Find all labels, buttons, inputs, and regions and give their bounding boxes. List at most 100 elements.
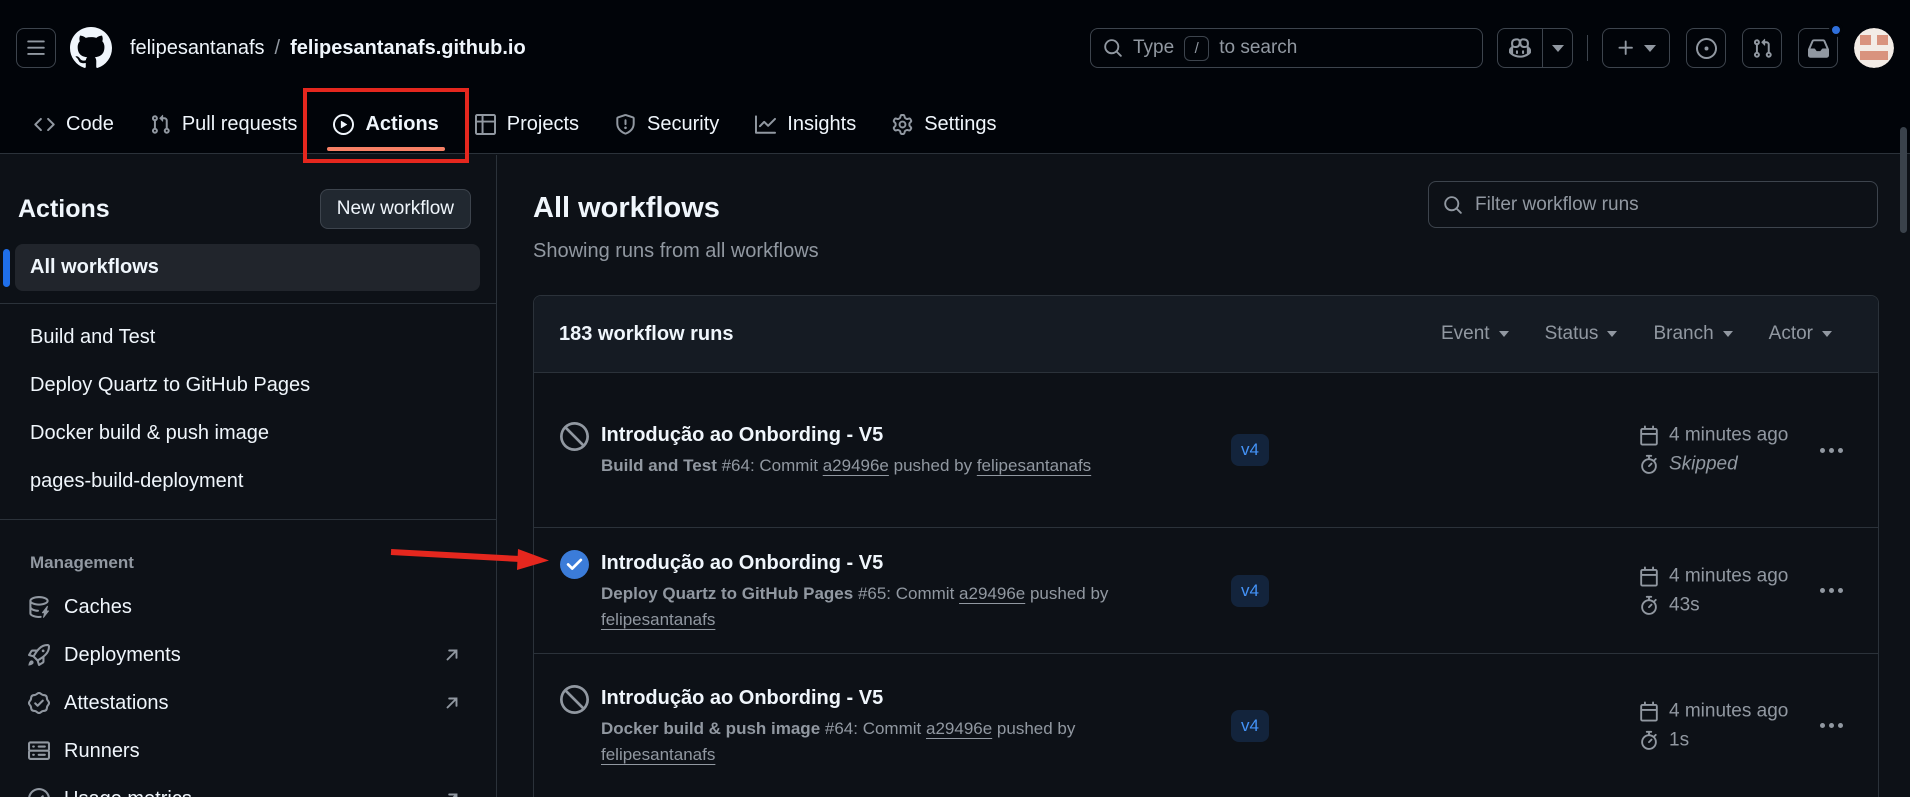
run-duration-row: Skipped <box>1639 454 1788 476</box>
tab-settings[interactable]: Settings <box>874 96 1014 153</box>
sidebar-item-runners[interactable]: Runners <box>0 727 496 775</box>
run-meta: 4 minutes ago 43s <box>1639 565 1788 616</box>
actor-filter-label: Actor <box>1769 323 1813 345</box>
actor-link[interactable]: felipesantanafs <box>977 456 1091 475</box>
runs-count: 183 workflow runs <box>559 323 734 346</box>
breadcrumb: felipesantanafs / felipesantanafs.github… <box>130 37 526 60</box>
commit-link[interactable]: a29496e <box>959 584 1025 603</box>
stopwatch-icon <box>1639 730 1659 750</box>
sidebar-divider <box>0 519 496 520</box>
branch-filter-dropdown[interactable]: Branch <box>1653 323 1732 345</box>
workflow-run-row: Introdução ao Onbording - V5 Docker buil… <box>534 654 1878 797</box>
hamburger-menu-button[interactable] <box>16 28 56 68</box>
sidebar-item-deployments[interactable]: Deployments <box>0 631 496 679</box>
commit-link[interactable]: a29496e <box>823 456 889 475</box>
success-status-icon <box>560 550 589 579</box>
sidebar-header: Actions New workflow <box>0 155 496 229</box>
github-logo-icon[interactable] <box>70 27 112 69</box>
run-options-kebab-button[interactable] <box>1811 430 1851 470</box>
pushed-by-text: pushed by <box>894 456 972 475</box>
navbar-right-group <box>1686 28 1894 68</box>
run-duration: 43s <box>1669 594 1700 616</box>
create-new-button[interactable] <box>1602 28 1670 68</box>
pull-requests-button[interactable] <box>1742 28 1782 68</box>
copilot-dropdown-button[interactable] <box>1542 29 1572 67</box>
new-workflow-button[interactable]: New workflow <box>320 189 471 229</box>
sidebar-item-deploy-quartz[interactable]: Deploy Quartz to GitHub Pages <box>0 361 496 409</box>
commit-link[interactable]: a29496e <box>926 719 992 738</box>
tab-security-label: Security <box>647 113 719 136</box>
run-text-block: Introdução ao Onbording - V5 Deploy Quar… <box>601 549 1171 633</box>
sidebar-item-caches[interactable]: Caches <box>0 583 496 631</box>
run-title-link[interactable]: Introdução ao Onbording - V5 <box>601 684 1171 713</box>
run-time: 4 minutes ago <box>1669 700 1788 722</box>
verified-seal-icon <box>28 692 50 714</box>
run-title-link[interactable]: Introdução ao Onbording - V5 <box>601 421 1091 450</box>
sidebar-item-label: Usage metrics <box>64 788 192 797</box>
search-placeholder-post: to search <box>1219 37 1297 59</box>
branch-badge[interactable]: v4 <box>1231 434 1269 466</box>
sidebar-item-pages-build-deployment[interactable]: pages-build-deployment <box>0 457 496 505</box>
global-search-input[interactable]: Type / to search <box>1090 28 1483 68</box>
tab-insights[interactable]: Insights <box>737 96 874 153</box>
search-icon <box>1103 38 1123 58</box>
run-meta: 4 minutes ago Skipped <box>1639 425 1788 476</box>
play-circle-icon <box>333 114 354 135</box>
run-options-kebab-button[interactable] <box>1811 706 1851 746</box>
workflow-run-row: Introdução ao Onbording - V5 Build and T… <box>534 373 1878 528</box>
branch-badge[interactable]: v4 <box>1231 575 1269 607</box>
breadcrumb-owner-link[interactable]: felipesantanafs <box>130 37 265 60</box>
chevron-down-icon <box>1822 331 1832 337</box>
skipped-status-icon <box>560 685 589 714</box>
copilot-icon <box>1509 37 1531 59</box>
sidebar-item-attestations[interactable]: Attestations <box>0 679 496 727</box>
run-duration: 1s <box>1669 729 1689 751</box>
tab-security[interactable]: Security <box>597 96 737 153</box>
run-options-kebab-button[interactable] <box>1811 571 1851 611</box>
tab-code[interactable]: Code <box>16 96 132 153</box>
run-title-link[interactable]: Introdução ao Onbording - V5 <box>601 549 1171 578</box>
top-bar: felipesantanafs / felipesantanafs.github… <box>0 0 1910 154</box>
sidebar-item-all-workflows[interactable]: All workflows <box>15 244 480 291</box>
user-avatar[interactable] <box>1854 28 1894 68</box>
event-filter-dropdown[interactable]: Event <box>1441 323 1509 345</box>
page-scrollbar-thumb[interactable] <box>1900 127 1907 233</box>
management-section-label: Management <box>0 543 496 583</box>
actions-sidebar: Actions New workflow All workflows Build… <box>0 155 497 797</box>
sidebar-item-build-and-test[interactable]: Build and Test <box>0 313 496 361</box>
status-filter-dropdown[interactable]: Status <box>1545 323 1618 345</box>
chevron-down-icon <box>1607 331 1617 337</box>
sidebar-item-usage-metrics[interactable]: Usage metrics <box>0 775 496 797</box>
git-pull-request-icon <box>150 114 171 135</box>
management-section: Management Caches Deployments <box>0 543 496 797</box>
breadcrumb-repo-link[interactable]: felipesantanafs.github.io <box>290 37 526 60</box>
stopwatch-icon <box>1639 455 1659 475</box>
tab-actions-label: Actions <box>365 113 438 136</box>
page-title: All workflows <box>533 192 720 225</box>
run-main: Introdução ao Onbording - V5 Build and T… <box>560 421 1091 479</box>
branch-badge[interactable]: v4 <box>1231 710 1269 742</box>
tab-projects[interactable]: Projects <box>457 96 597 153</box>
active-tab-underline <box>327 147 444 151</box>
workflow-runs-panel: 183 workflow runs Event Status Branch Ac… <box>533 295 1879 797</box>
issues-button[interactable] <box>1686 28 1726 68</box>
copilot-button[interactable] <box>1498 29 1542 67</box>
actor-link[interactable]: felipesantanafs <box>601 745 715 764</box>
sidebar-item-label: Runners <box>64 740 140 763</box>
actor-link[interactable]: felipesantanafs <box>601 610 715 629</box>
filter-workflow-runs-input[interactable] <box>1475 194 1863 216</box>
run-text-block: Introdução ao Onbording - V5 Build and T… <box>601 421 1091 479</box>
actor-filter-dropdown[interactable]: Actor <box>1769 323 1832 345</box>
tab-pull-requests[interactable]: Pull requests <box>132 96 316 153</box>
tab-actions[interactable]: Actions <box>315 96 456 153</box>
rocket-icon <box>28 644 50 666</box>
filter-workflow-runs-field <box>1428 181 1878 228</box>
sidebar-item-docker-build[interactable]: Docker build & push image <box>0 409 496 457</box>
graph-icon <box>755 114 776 135</box>
run-meta: 4 minutes ago 1s <box>1639 700 1788 751</box>
skipped-status-icon <box>560 422 589 451</box>
table-icon <box>475 114 496 135</box>
plus-icon <box>1616 38 1636 58</box>
sidebar-item-label: Deployments <box>64 644 181 667</box>
sidebar-title: Actions <box>18 195 110 224</box>
